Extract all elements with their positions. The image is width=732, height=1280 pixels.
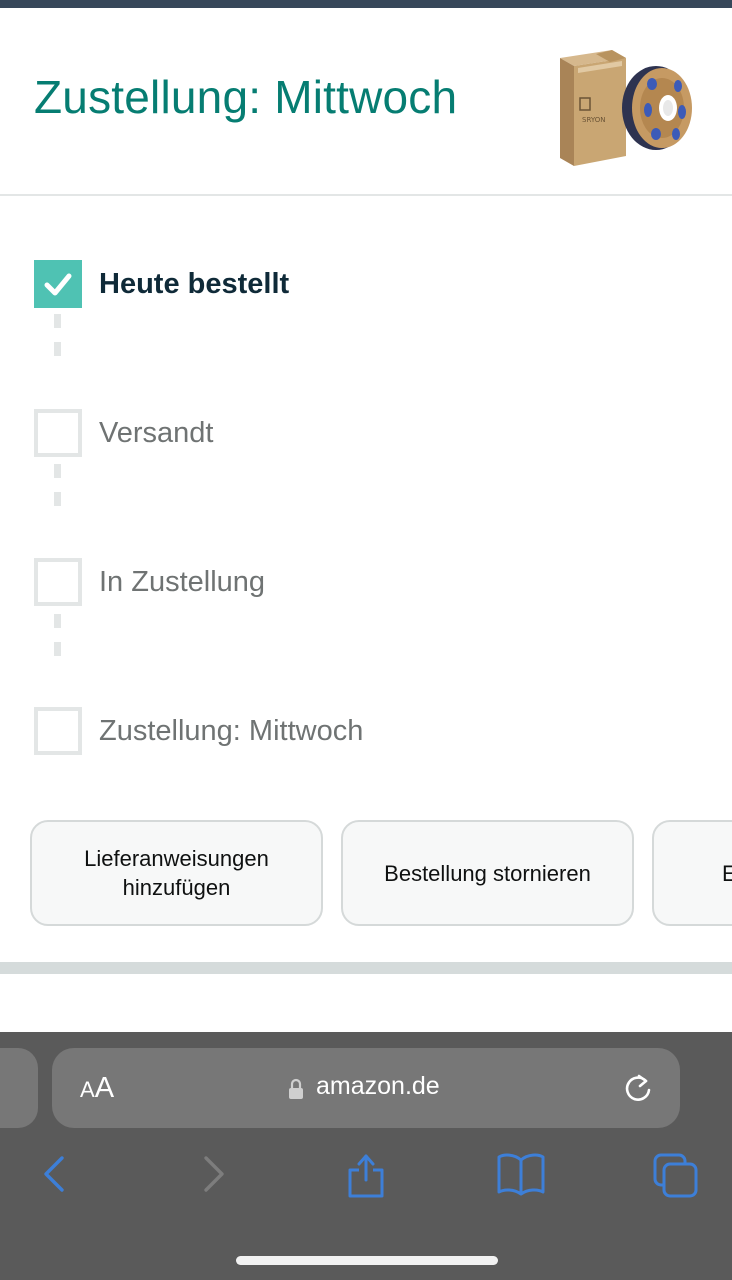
tabs-icon[interactable] bbox=[652, 1152, 700, 1200]
step-out-for-delivery-checkbox bbox=[34, 558, 82, 606]
more-action-label: E bbox=[722, 860, 732, 886]
top-nav-strip bbox=[0, 0, 732, 8]
url-text[interactable]: amazon.de bbox=[316, 1072, 440, 1101]
step-delivered-label: Zustellung: Mittwoch bbox=[99, 715, 364, 747]
step-out-for-delivery-label: In Zustellung bbox=[99, 566, 266, 598]
order-progress-tracker: Heute bestellt Versandt In Zustellung Zu… bbox=[0, 198, 732, 798]
back-icon[interactable] bbox=[36, 1152, 76, 1196]
home-indicator[interactable] bbox=[236, 1256, 498, 1265]
progress-connector bbox=[54, 464, 61, 518]
progress-connector bbox=[54, 614, 61, 668]
screen: Zustellung: Mittwoch SRYON Heute bestell… bbox=[0, 0, 732, 1280]
delivery-header: Zustellung: Mittwoch SRYON bbox=[0, 8, 732, 196]
bookmarks-icon[interactable] bbox=[496, 1152, 546, 1198]
step-shipped-checkbox bbox=[34, 409, 82, 457]
previous-tab-preview[interactable] bbox=[0, 1048, 38, 1128]
svg-text:SRYON: SRYON bbox=[582, 116, 606, 124]
add-delivery-instructions-button[interactable]: Lieferanweisungen hinzufügen bbox=[30, 820, 323, 926]
step-shipped-label: Versandt bbox=[99, 417, 214, 449]
share-icon[interactable] bbox=[344, 1152, 388, 1200]
safari-bottom-bar: AA amazon.de bbox=[0, 1032, 732, 1280]
step-delivered-checkbox bbox=[34, 707, 82, 755]
progress-connector bbox=[54, 314, 61, 368]
forward-icon[interactable] bbox=[194, 1152, 234, 1196]
step-ordered-label: Heute bestellt bbox=[99, 268, 290, 300]
reload-icon[interactable] bbox=[620, 1070, 656, 1106]
order-action-buttons: Lieferanweisungen hinzufügen Bestellung … bbox=[0, 820, 732, 928]
section-divider bbox=[0, 962, 732, 974]
address-bar[interactable]: AA amazon.de bbox=[52, 1048, 680, 1128]
product-thumbnail[interactable]: SRYON bbox=[556, 46, 694, 170]
cancel-order-button[interactable]: Bestellung stornieren bbox=[341, 820, 634, 926]
reader-text-size-button[interactable]: AA bbox=[80, 1072, 114, 1105]
checkmark-icon bbox=[44, 273, 72, 296]
lock-icon bbox=[289, 1078, 303, 1099]
delivery-title: Zustellung: Mittwoch bbox=[34, 71, 458, 123]
step-ordered-checkbox bbox=[34, 260, 82, 308]
cancel-order-label: Bestellung stornieren bbox=[384, 860, 591, 886]
add-delivery-instructions-label: Lieferanweisungen hinzufügen bbox=[84, 846, 269, 900]
more-action-button[interactable]: E bbox=[652, 820, 732, 926]
